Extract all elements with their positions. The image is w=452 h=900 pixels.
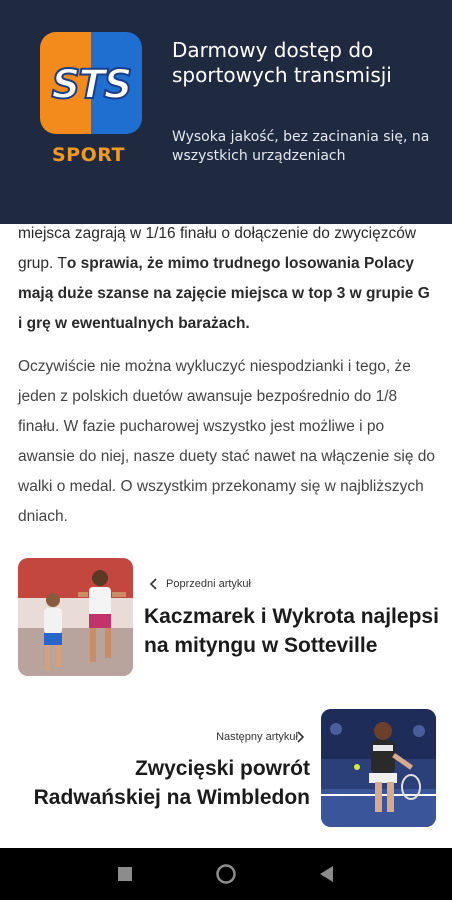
previous-article-title[interactable]: Kaczmarek i Wykrota najlepsi na mityngu …	[144, 602, 444, 660]
next-article-label: Następny artykuł	[216, 731, 298, 743]
sts-logo-icon: STS	[40, 32, 142, 134]
banner-title: Darmowy dostęp do sportowych transmisji	[172, 38, 392, 87]
system-navigation-bar	[0, 848, 452, 900]
next-article-title[interactable]: Zwycięski powrót Radwańskiej na Wimbledo…	[10, 754, 310, 812]
article-paragraph: miejsca zagrają w 1/16 finału o dołączen…	[18, 219, 438, 339]
triangle-back-icon[interactable]	[297, 848, 357, 900]
circle-home-icon[interactable]	[196, 848, 256, 900]
chevron-left-icon	[148, 576, 160, 597]
sts-app-banner[interactable]: STS SPORT Darmowy dostęp do sportowych t…	[0, 0, 452, 224]
svg-text:STS: STS	[52, 62, 131, 108]
paragraph-bold-text: o sprawia, że mimo trudnego losowania Po…	[18, 255, 430, 332]
square-recents-icon[interactable]	[95, 848, 155, 900]
previous-article-card[interactable]: Poprzedni artykuł Kaczmarek i Wykrota na…	[18, 558, 439, 676]
next-article-image[interactable]	[321, 709, 436, 827]
banner-subtitle: Wysoka jakość, bez zacinania się, na wsz…	[172, 129, 430, 164]
next-article-card[interactable]: Następny artykuł Zwycięski powrót Radwań…	[18, 709, 438, 827]
article-paragraph: Oczywiście nie można wykluczyć niespodzi…	[18, 358, 436, 525]
chevron-right-icon	[294, 729, 306, 750]
logo-sport-text: SPORT	[52, 144, 125, 166]
previous-article-image[interactable]	[18, 558, 133, 676]
previous-article-label: Poprzedni artykuł	[166, 578, 251, 590]
